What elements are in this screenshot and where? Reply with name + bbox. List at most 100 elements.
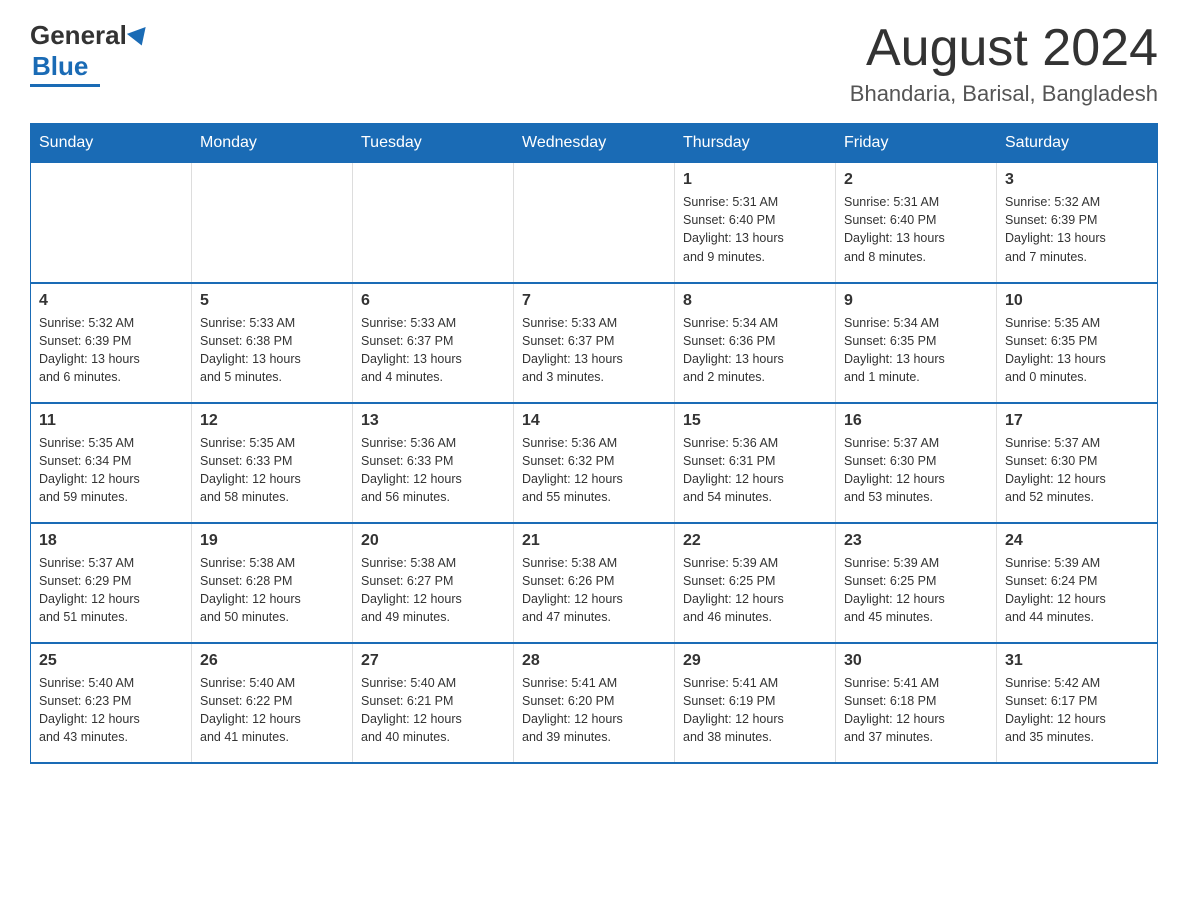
calendar-cell: 2 Sunrise: 5:31 AMSunset: 6:40 PMDaylight… (836, 163, 997, 283)
calendar-cell: 1 Sunrise: 5:31 AMSunset: 6:40 PMDaylight… (675, 163, 836, 283)
day-info: Sunrise: 5:38 AMSunset: 6:26 PMDaylight:… (522, 554, 666, 627)
calendar-cell: 8Sunrise: 5:34 AMSunset: 6:36 PMDaylight… (675, 283, 836, 403)
day-number: 5 (200, 292, 344, 310)
calendar-cell: 7 Sunrise: 5:33 AMSunset: 6:37 PMDaylight… (514, 283, 675, 403)
month-title: August 2024 (850, 20, 1158, 77)
day-number: 31 (1005, 652, 1149, 670)
weekday-header-monday: Monday (192, 124, 353, 163)
day-info: Sunrise: 5:39 AMSunset: 6:24 PMDaylight:… (1005, 554, 1149, 627)
day-number: 6 (361, 292, 505, 310)
logo-general-text: General (30, 20, 127, 51)
day-info: Sunrise: 5:39 AMSunset: 6:25 PMDaylight:… (683, 554, 827, 627)
calendar-cell: 28 Sunrise: 5:41 AMSunset: 6:20 PMDayligh… (514, 643, 675, 763)
calendar-cell: 22Sunrise: 5:39 AMSunset: 6:25 PMDayligh… (675, 523, 836, 643)
day-info: Sunrise: 5:33 AMSunset: 6:37 PMDaylight:… (522, 314, 666, 387)
header: General Blue August 2024 Bhandaria, Bari… (30, 20, 1158, 107)
weekday-header-friday: Friday (836, 124, 997, 163)
calendar-cell: 17 Sunrise: 5:37 AMSunset: 6:30 PMDayligh… (997, 403, 1158, 523)
day-number: 24 (1005, 532, 1149, 550)
calendar-cell: 13 Sunrise: 5:36 AMSunset: 6:33 PMDayligh… (353, 403, 514, 523)
day-number: 15 (683, 412, 827, 430)
day-info: Sunrise: 5:35 AMSunset: 6:33 PMDaylight:… (200, 434, 344, 507)
day-number: 1 (683, 171, 827, 189)
day-number: 7 (522, 292, 666, 310)
day-info: Sunrise: 5:33 AMSunset: 6:38 PMDaylight:… (200, 314, 344, 387)
day-info: Sunrise: 5:37 AMSunset: 6:30 PMDaylight:… (1005, 434, 1149, 507)
calendar-cell: 31Sunrise: 5:42 AMSunset: 6:17 PMDayligh… (997, 643, 1158, 763)
day-number: 18 (39, 532, 183, 550)
day-number: 28 (522, 652, 666, 670)
calendar-cell: 30 Sunrise: 5:41 AMSunset: 6:18 PMDayligh… (836, 643, 997, 763)
day-info: Sunrise: 5:32 AMSunset: 6:39 PMDaylight:… (39, 314, 183, 387)
logo: General Blue (30, 20, 149, 87)
day-number: 10 (1005, 292, 1149, 310)
calendar-cell: 9 Sunrise: 5:34 AMSunset: 6:35 PMDaylight… (836, 283, 997, 403)
calendar-cell: 4Sunrise: 5:32 AMSunset: 6:39 PMDaylight… (31, 283, 192, 403)
weekday-header-saturday: Saturday (997, 124, 1158, 163)
day-info: Sunrise: 5:31 AMSunset: 6:40 PMDaylight:… (844, 193, 988, 266)
day-number: 30 (844, 652, 988, 670)
location-title: Bhandaria, Barisal, Bangladesh (850, 81, 1158, 107)
calendar-cell: 12 Sunrise: 5:35 AMSunset: 6:33 PMDayligh… (192, 403, 353, 523)
calendar-cell: 11 Sunrise: 5:35 AMSunset: 6:34 PMDayligh… (31, 403, 192, 523)
calendar-cell (514, 163, 675, 283)
calendar-cell: 18 Sunrise: 5:37 AMSunset: 6:29 PMDayligh… (31, 523, 192, 643)
weekday-header-thursday: Thursday (675, 124, 836, 163)
logo-underline (30, 84, 100, 87)
day-number: 9 (844, 292, 988, 310)
week-row-5: 25 Sunrise: 5:40 AMSunset: 6:23 PMDayligh… (31, 643, 1158, 763)
weekday-header-tuesday: Tuesday (353, 124, 514, 163)
calendar-cell: 21Sunrise: 5:38 AMSunset: 6:26 PMDayligh… (514, 523, 675, 643)
day-number: 17 (1005, 412, 1149, 430)
calendar-cell: 6 Sunrise: 5:33 AMSunset: 6:37 PMDaylight… (353, 283, 514, 403)
weekday-header-sunday: Sunday (31, 124, 192, 163)
calendar-cell: 10 Sunrise: 5:35 AMSunset: 6:35 PMDayligh… (997, 283, 1158, 403)
day-info: Sunrise: 5:38 AMSunset: 6:28 PMDaylight:… (200, 554, 344, 627)
day-info: Sunrise: 5:41 AMSunset: 6:20 PMDaylight:… (522, 674, 666, 747)
day-number: 3 (1005, 171, 1149, 189)
day-info: Sunrise: 5:33 AMSunset: 6:37 PMDaylight:… (361, 314, 505, 387)
calendar-cell: 5 Sunrise: 5:33 AMSunset: 6:38 PMDaylight… (192, 283, 353, 403)
day-number: 20 (361, 532, 505, 550)
title-area: August 2024 Bhandaria, Barisal, Banglade… (850, 20, 1158, 107)
day-info: Sunrise: 5:36 AMSunset: 6:31 PMDaylight:… (683, 434, 827, 507)
day-info: Sunrise: 5:36 AMSunset: 6:33 PMDaylight:… (361, 434, 505, 507)
day-info: Sunrise: 5:35 AMSunset: 6:34 PMDaylight:… (39, 434, 183, 507)
day-info: Sunrise: 5:37 AMSunset: 6:30 PMDaylight:… (844, 434, 988, 507)
day-number: 27 (361, 652, 505, 670)
day-number: 29 (683, 652, 827, 670)
day-number: 2 (844, 171, 988, 189)
day-info: Sunrise: 5:34 AMSunset: 6:35 PMDaylight:… (844, 314, 988, 387)
day-number: 12 (200, 412, 344, 430)
calendar-table: SundayMondayTuesdayWednesdayThursdayFrid… (30, 123, 1158, 764)
weekday-header-row: SundayMondayTuesdayWednesdayThursdayFrid… (31, 124, 1158, 163)
day-info: Sunrise: 5:39 AMSunset: 6:25 PMDaylight:… (844, 554, 988, 627)
calendar-cell: 16Sunrise: 5:37 AMSunset: 6:30 PMDayligh… (836, 403, 997, 523)
calendar-cell: 27 Sunrise: 5:40 AMSunset: 6:21 PMDayligh… (353, 643, 514, 763)
day-info: Sunrise: 5:31 AMSunset: 6:40 PMDaylight:… (683, 193, 827, 266)
day-info: Sunrise: 5:41 AMSunset: 6:19 PMDaylight:… (683, 674, 827, 747)
day-info: Sunrise: 5:32 AMSunset: 6:39 PMDaylight:… (1005, 193, 1149, 266)
logo-blue-text: Blue (32, 51, 88, 82)
day-number: 25 (39, 652, 183, 670)
calendar-cell: 26Sunrise: 5:40 AMSunset: 6:22 PMDayligh… (192, 643, 353, 763)
day-info: Sunrise: 5:37 AMSunset: 6:29 PMDaylight:… (39, 554, 183, 627)
day-number: 14 (522, 412, 666, 430)
day-number: 13 (361, 412, 505, 430)
day-info: Sunrise: 5:36 AMSunset: 6:32 PMDaylight:… (522, 434, 666, 507)
calendar-cell: 3 Sunrise: 5:32 AMSunset: 6:39 PMDaylight… (997, 163, 1158, 283)
calendar-cell: 19Sunrise: 5:38 AMSunset: 6:28 PMDayligh… (192, 523, 353, 643)
day-info: Sunrise: 5:41 AMSunset: 6:18 PMDaylight:… (844, 674, 988, 747)
day-info: Sunrise: 5:38 AMSunset: 6:27 PMDaylight:… (361, 554, 505, 627)
calendar-cell: 14 Sunrise: 5:36 AMSunset: 6:32 PMDayligh… (514, 403, 675, 523)
calendar-cell: 24 Sunrise: 5:39 AMSunset: 6:24 PMDayligh… (997, 523, 1158, 643)
calendar-cell (31, 163, 192, 283)
day-info: Sunrise: 5:40 AMSunset: 6:21 PMDaylight:… (361, 674, 505, 747)
day-number: 23 (844, 532, 988, 550)
day-info: Sunrise: 5:40 AMSunset: 6:23 PMDaylight:… (39, 674, 183, 747)
calendar-cell: 23 Sunrise: 5:39 AMSunset: 6:25 PMDayligh… (836, 523, 997, 643)
calendar-cell: 20 Sunrise: 5:38 AMSunset: 6:27 PMDayligh… (353, 523, 514, 643)
day-number: 11 (39, 412, 183, 430)
day-info: Sunrise: 5:35 AMSunset: 6:35 PMDaylight:… (1005, 314, 1149, 387)
week-row-2: 4Sunrise: 5:32 AMSunset: 6:39 PMDaylight… (31, 283, 1158, 403)
